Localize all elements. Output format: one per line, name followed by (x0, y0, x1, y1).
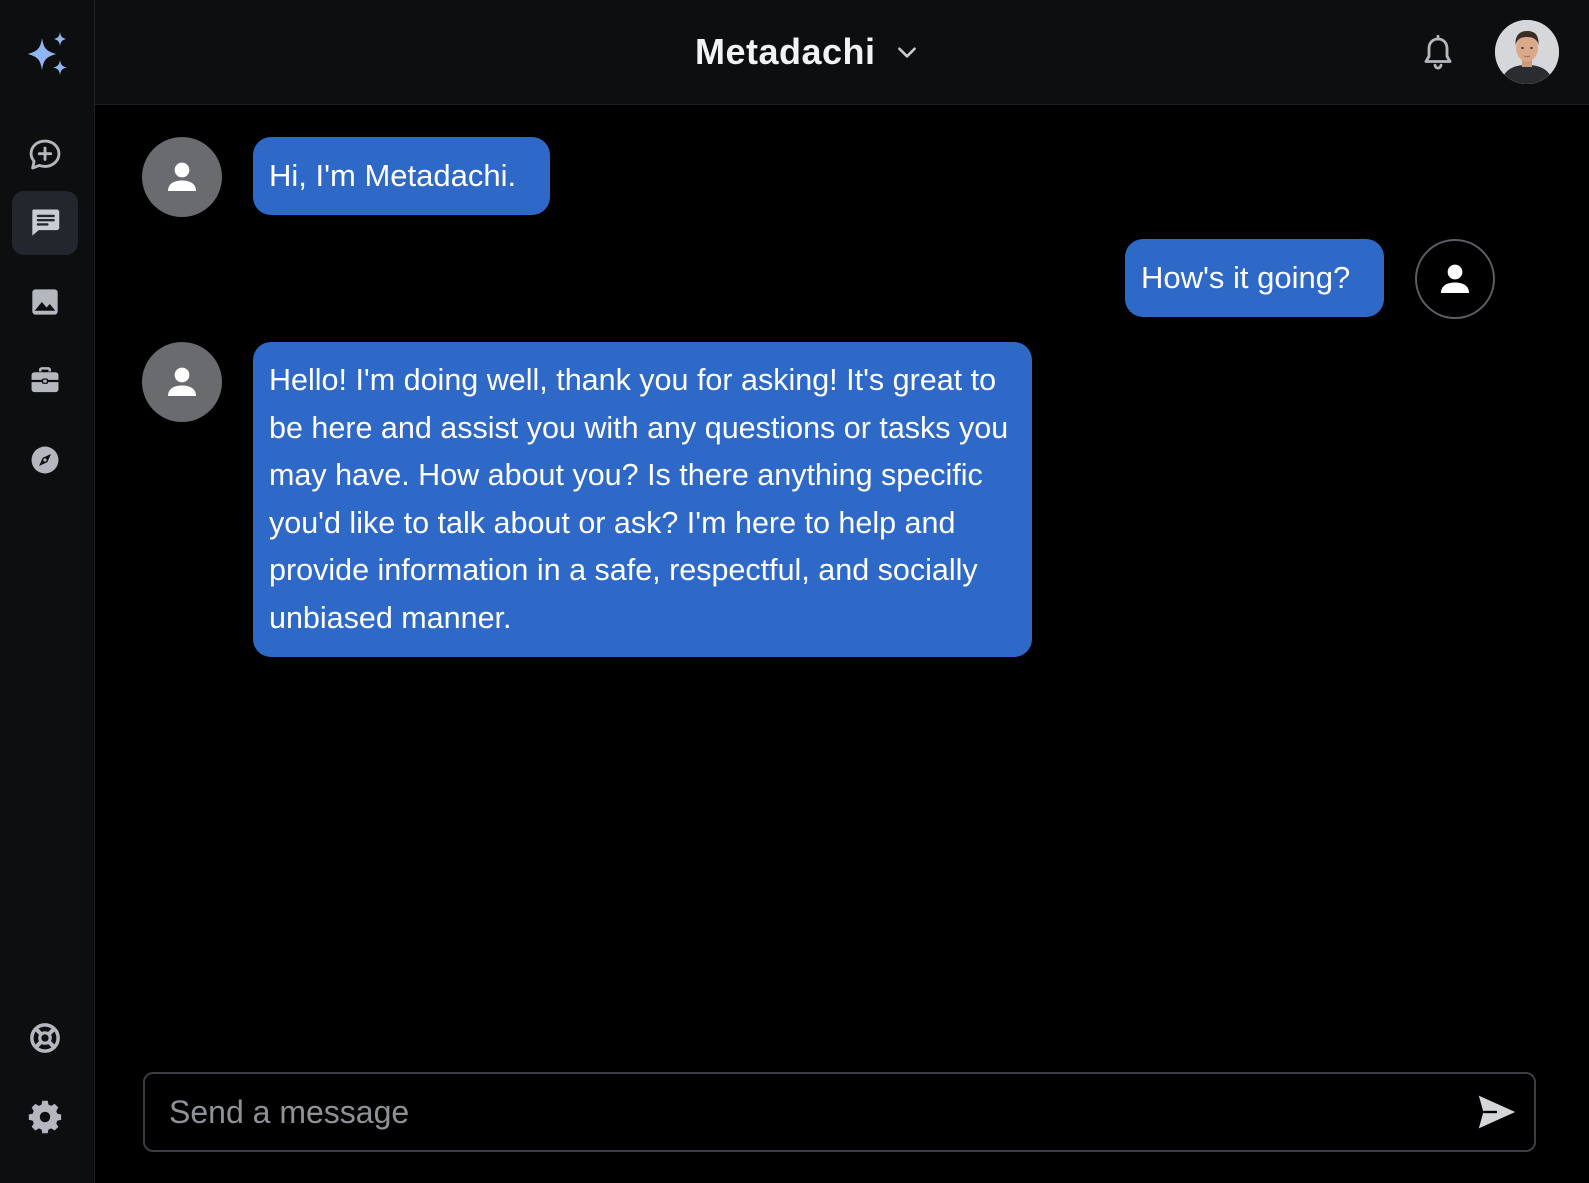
chat-plus-icon (29, 139, 61, 170)
sidebar (0, 0, 95, 1183)
assistant-message: Hi, I'm Metadachi. (253, 137, 550, 215)
settings-button[interactable] (12, 1085, 78, 1149)
sparkle-logo-icon[interactable] (22, 30, 72, 80)
images-button[interactable] (12, 270, 78, 334)
briefcase-icon (31, 367, 59, 393)
message-composer (143, 1072, 1536, 1152)
message-input[interactable] (167, 1084, 1447, 1140)
send-icon[interactable] (1475, 1092, 1519, 1132)
app-window: Metadachi Hi, I'm Metadachi. How's it go… (0, 0, 1589, 1183)
help-button[interactable] (12, 1006, 78, 1070)
user-profile-avatar[interactable] (1495, 20, 1559, 84)
model-selector[interactable]: Metadachi (695, 26, 920, 78)
tools-button[interactable] (12, 349, 78, 413)
lifebuoy-icon (30, 1023, 60, 1053)
assistant-avatar (142, 137, 222, 217)
new-chat-button[interactable] (12, 123, 78, 187)
person-icon (1441, 264, 1469, 293)
top-header: Metadachi (95, 0, 1589, 105)
compass-icon (31, 446, 59, 474)
person-icon (168, 367, 196, 396)
user-message: How's it going? (1125, 239, 1384, 317)
gear-icon (28, 1100, 62, 1134)
person-icon (168, 162, 196, 191)
user-avatar (1415, 239, 1495, 319)
explore-button[interactable] (12, 428, 78, 492)
model-name: Metadachi (695, 31, 876, 72)
chat-bubble-icon (32, 209, 60, 236)
assistant-message: Hello! I'm doing well, thank you for ask… (253, 342, 1032, 657)
chats-button[interactable] (12, 191, 78, 255)
profile-photo-icon (1495, 20, 1559, 84)
bell-icon[interactable] (1420, 34, 1456, 74)
assistant-avatar (142, 342, 222, 422)
image-icon (32, 289, 58, 315)
chevron-down-icon (897, 47, 916, 58)
